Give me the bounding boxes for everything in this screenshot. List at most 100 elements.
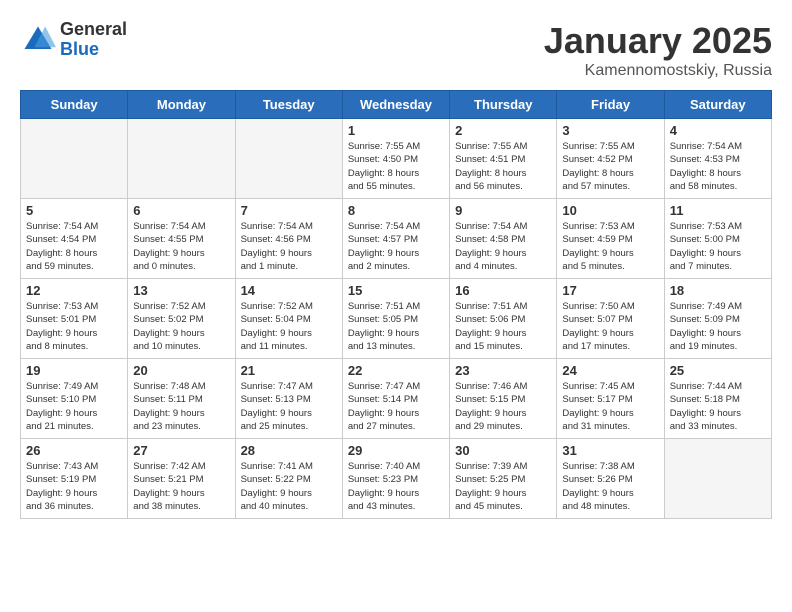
day-number: 22 [348,363,444,378]
day-info: Sunrise: 7:41 AM Sunset: 5:22 PM Dayligh… [241,460,337,513]
day-number: 27 [133,443,229,458]
day-number: 6 [133,203,229,218]
calendar-cell: 17 Sunrise: 7:50 AM Sunset: 5:07 PM Dayli… [557,279,664,359]
day-info: Sunrise: 7:39 AM Sunset: 5:25 PM Dayligh… [455,460,551,513]
day-info: Sunrise: 7:52 AM Sunset: 5:04 PM Dayligh… [241,300,337,353]
day-info: Sunrise: 7:54 AM Sunset: 4:58 PM Dayligh… [455,220,551,273]
weekday-header-row: SundayMondayTuesdayWednesdayThursdayFrid… [21,91,772,119]
week-row-4: 19Sunrise: 7:49 AM Sunset: 5:10 PM Dayli… [21,359,772,439]
week-row-1: 1 Sunrise: 7:55 AM Sunset: 4:50 PM Daylig… [21,119,772,199]
day-number: 9 [455,203,551,218]
calendar-cell: 27 Sunrise: 7:42 AM Sunset: 5:21 PM Dayli… [128,439,235,519]
day-number: 20 [133,363,229,378]
calendar-cell: 25Sunrise: 7:44 AM Sunset: 5:18 PM Dayli… [664,359,771,439]
calendar-cell: 12 Sunrise: 7:53 AM Sunset: 5:01 PM Dayli… [21,279,128,359]
day-info: Sunrise: 7:49 AM Sunset: 5:09 PM Dayligh… [670,300,766,353]
calendar-cell: 1 Sunrise: 7:55 AM Sunset: 4:50 PM Daylig… [342,119,449,199]
logo-general: General [60,20,127,40]
logo: General Blue [20,20,127,60]
day-number: 3 [562,123,658,138]
day-info: Sunrise: 7:53 AM Sunset: 5:00 PM Dayligh… [670,220,766,273]
day-number: 10 [562,203,658,218]
day-number: 29 [348,443,444,458]
day-number: 13 [133,283,229,298]
day-info: Sunrise: 7:54 AM Sunset: 4:54 PM Dayligh… [26,220,122,273]
day-number: 12 [26,283,122,298]
day-info: Sunrise: 7:47 AM Sunset: 5:14 PM Dayligh… [348,380,444,433]
day-info: Sunrise: 7:51 AM Sunset: 5:06 PM Dayligh… [455,300,551,353]
day-number: 8 [348,203,444,218]
calendar-cell: 30Sunrise: 7:39 AM Sunset: 5:25 PM Dayli… [450,439,557,519]
day-number: 11 [670,203,766,218]
calendar-cell: 18Sunrise: 7:49 AM Sunset: 5:09 PM Dayli… [664,279,771,359]
day-info: Sunrise: 7:54 AM Sunset: 4:53 PM Dayligh… [670,140,766,193]
day-number: 1 [348,123,444,138]
calendar-subtitle: Kamennomostskiy, Russia [544,62,772,80]
calendar-title: January 2025 [544,20,772,62]
logo-text: General Blue [60,20,127,60]
day-info: Sunrise: 7:38 AM Sunset: 5:26 PM Dayligh… [562,460,658,513]
day-number: 14 [241,283,337,298]
weekday-header-friday: Friday [557,91,664,119]
day-info: Sunrise: 7:54 AM Sunset: 4:57 PM Dayligh… [348,220,444,273]
calendar-cell: 2Sunrise: 7:55 AM Sunset: 4:51 PM Daylig… [450,119,557,199]
day-number: 25 [670,363,766,378]
day-info: Sunrise: 7:55 AM Sunset: 4:52 PM Dayligh… [562,140,658,193]
day-number: 17 [562,283,658,298]
weekday-header-tuesday: Tuesday [235,91,342,119]
weekday-header-wednesday: Wednesday [342,91,449,119]
day-info: Sunrise: 7:47 AM Sunset: 5:13 PM Dayligh… [241,380,337,433]
calendar-cell: 29 Sunrise: 7:40 AM Sunset: 5:23 PM Dayli… [342,439,449,519]
day-info: Sunrise: 7:55 AM Sunset: 4:50 PM Dayligh… [348,140,444,193]
page-header: General Blue January 2025 Kamennomostski… [20,20,772,80]
day-number: 19 [26,363,122,378]
calendar-cell: 24Sunrise: 7:45 AM Sunset: 5:17 PM Dayli… [557,359,664,439]
calendar-cell: 20 Sunrise: 7:48 AM Sunset: 5:11 PM Dayli… [128,359,235,439]
weekday-header-thursday: Thursday [450,91,557,119]
calendar-table: SundayMondayTuesdayWednesdayThursdayFrid… [20,90,772,519]
day-info: Sunrise: 7:53 AM Sunset: 5:01 PM Dayligh… [26,300,122,353]
day-number: 4 [670,123,766,138]
day-info: Sunrise: 7:54 AM Sunset: 4:55 PM Dayligh… [133,220,229,273]
day-info: Sunrise: 7:42 AM Sunset: 5:21 PM Dayligh… [133,460,229,513]
calendar-cell: 3 Sunrise: 7:55 AM Sunset: 4:52 PM Daylig… [557,119,664,199]
day-number: 15 [348,283,444,298]
calendar-cell: 5Sunrise: 7:54 AM Sunset: 4:54 PM Daylig… [21,199,128,279]
calendar-cell: 10 Sunrise: 7:53 AM Sunset: 4:59 PM Dayli… [557,199,664,279]
logo-blue: Blue [60,40,127,60]
calendar-cell: 4 Sunrise: 7:54 AM Sunset: 4:53 PM Daylig… [664,119,771,199]
weekday-header-saturday: Saturday [664,91,771,119]
day-info: Sunrise: 7:48 AM Sunset: 5:11 PM Dayligh… [133,380,229,433]
calendar-cell: 28 Sunrise: 7:41 AM Sunset: 5:22 PM Dayli… [235,439,342,519]
calendar-cell: 7Sunrise: 7:54 AM Sunset: 4:56 PM Daylig… [235,199,342,279]
weekday-header-monday: Monday [128,91,235,119]
day-info: Sunrise: 7:40 AM Sunset: 5:23 PM Dayligh… [348,460,444,513]
day-number: 16 [455,283,551,298]
calendar-cell: 15 Sunrise: 7:51 AM Sunset: 5:05 PM Dayli… [342,279,449,359]
calendar-cell: 19Sunrise: 7:49 AM Sunset: 5:10 PM Dayli… [21,359,128,439]
calendar-cell: 22 Sunrise: 7:47 AM Sunset: 5:14 PM Dayli… [342,359,449,439]
day-info: Sunrise: 7:52 AM Sunset: 5:02 PM Dayligh… [133,300,229,353]
calendar-cell: 11 Sunrise: 7:53 AM Sunset: 5:00 PM Dayli… [664,199,771,279]
day-info: Sunrise: 7:55 AM Sunset: 4:51 PM Dayligh… [455,140,551,193]
weekday-header-sunday: Sunday [21,91,128,119]
day-info: Sunrise: 7:51 AM Sunset: 5:05 PM Dayligh… [348,300,444,353]
week-row-3: 12 Sunrise: 7:53 AM Sunset: 5:01 PM Dayli… [21,279,772,359]
title-block: January 2025 Kamennomostskiy, Russia [544,20,772,80]
day-info: Sunrise: 7:53 AM Sunset: 4:59 PM Dayligh… [562,220,658,273]
calendar-cell: 8 Sunrise: 7:54 AM Sunset: 4:57 PM Daylig… [342,199,449,279]
calendar-cell: 14 Sunrise: 7:52 AM Sunset: 5:04 PM Dayli… [235,279,342,359]
day-number: 23 [455,363,551,378]
day-info: Sunrise: 7:50 AM Sunset: 5:07 PM Dayligh… [562,300,658,353]
calendar-cell: 26Sunrise: 7:43 AM Sunset: 5:19 PM Dayli… [21,439,128,519]
calendar-cell: 6 Sunrise: 7:54 AM Sunset: 4:55 PM Daylig… [128,199,235,279]
day-number: 31 [562,443,658,458]
day-info: Sunrise: 7:45 AM Sunset: 5:17 PM Dayligh… [562,380,658,433]
day-number: 28 [241,443,337,458]
day-number: 26 [26,443,122,458]
day-number: 7 [241,203,337,218]
logo-icon [20,22,56,58]
calendar-cell [664,439,771,519]
calendar-cell [128,119,235,199]
calendar-cell [21,119,128,199]
